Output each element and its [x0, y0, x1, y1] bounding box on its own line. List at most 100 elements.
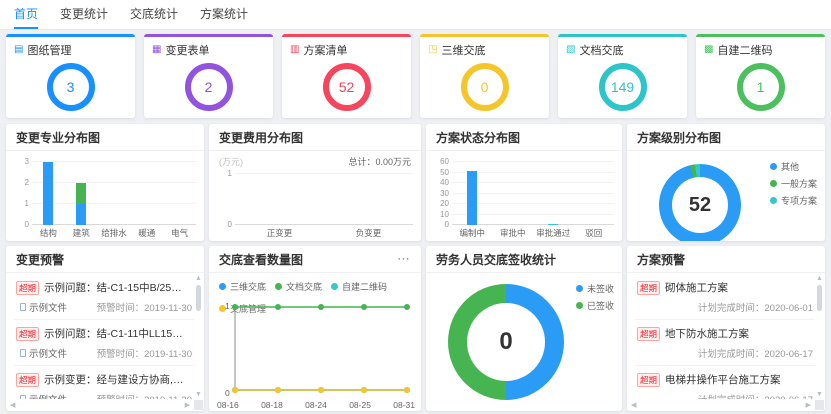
- card-title: 变更预警: [16, 251, 64, 268]
- donut-hole: 52: [672, 177, 728, 233]
- warning-item[interactable]: 超期示例变更：经与建设方协商,现对内保温做法调整...示例文件预警时间：2019…: [14, 366, 194, 399]
- legend-dot-icon: [770, 163, 777, 170]
- x-axis-labels: 结构建筑给排水暖通电气: [32, 227, 196, 239]
- donut-center-value: 0: [499, 328, 512, 356]
- scroll-up-icon[interactable]: ▲: [195, 275, 202, 282]
- y-tick-label: 3: [12, 157, 29, 166]
- scroll-left-icon[interactable]: ◀: [631, 401, 636, 409]
- stat-card-ring: 2: [185, 63, 233, 111]
- warning-time: 计划完成时间：2020-06-17: [698, 392, 813, 399]
- warning-item[interactable]: 超期示例问题：结-C1-15中B/25轴，B/28轴窗侧装... 示例文件 预警时间…: [14, 274, 194, 320]
- stat-card[interactable]: ◳三维交底0: [420, 34, 549, 118]
- warning-time: 预警时间：2019-11-30: [97, 300, 192, 314]
- nav-tab[interactable]: 首页: [14, 1, 38, 29]
- bar-segment[interactable]: [76, 204, 86, 225]
- scrollbar-thumb[interactable]: [196, 285, 201, 311]
- vertical-scrollbar[interactable]: ▲▼: [815, 275, 824, 398]
- y-tick-label: 10: [432, 210, 449, 219]
- stat-card[interactable]: ▥方案清单52: [282, 34, 411, 118]
- attachment-link[interactable]: 示例文件: [20, 346, 67, 360]
- dashboard-page: 首页变更统计交底统计方案统计 ▤图纸管理3▦变更表单2▥方案清单52◳三维交底0…: [0, 0, 831, 414]
- scroll-left-icon[interactable]: ◀: [10, 401, 15, 409]
- card-plan-status-chart: 方案状态分布图 0102030405060编制中审批中审批通过驳回: [426, 124, 622, 241]
- horizontal-scrollbar[interactable]: ◀▶: [629, 400, 813, 410]
- warning-item[interactable]: 超期示例问题：结-C1-11中LL15高600与门窗高度和...示例文件预警时间…: [14, 320, 194, 366]
- line-chart-svg: [231, 302, 411, 395]
- bar-segment[interactable]: [548, 224, 558, 225]
- legend-item[interactable]: 已签收: [576, 299, 614, 312]
- bar-segment[interactable]: [76, 183, 86, 204]
- stat-card[interactable]: ▧文档交底149: [558, 34, 687, 118]
- legend-item[interactable]: 未签收: [576, 282, 614, 295]
- plot-area: 0102030405060: [432, 162, 614, 225]
- card-change-major-chart: 变更专业分布图 0123结构建筑给排水暖通电气: [6, 124, 204, 241]
- stat-card-ring: 52: [323, 63, 371, 111]
- legend-item[interactable]: 文档交底: [275, 280, 322, 293]
- y-tick-label: 0: [12, 220, 29, 229]
- data-point: [232, 304, 238, 310]
- card-header: 变更预警: [6, 246, 204, 273]
- warning-item[interactable]: 超期地下防水施工方案计划完成时间：2020-06-17: [635, 320, 815, 366]
- legend-dot-icon: [219, 283, 226, 290]
- legend-dot-icon: [331, 283, 338, 290]
- warning-item[interactable]: 超期砌体施工方案计划完成时间：2020-06-01: [635, 274, 815, 320]
- x-tick-label: 08-25: [349, 400, 371, 410]
- bar-segment[interactable]: [43, 162, 53, 225]
- stat-card-title: ▧文档交底: [566, 42, 679, 58]
- stat-card-title: ▤图纸管理: [14, 42, 127, 58]
- legend-item[interactable]: 三维交底: [219, 280, 266, 293]
- warning-title: 示例问题：结-C1-15中B/25轴，B/28轴窗侧装...: [44, 280, 192, 295]
- legend-item[interactable]: 自建二维码: [331, 280, 387, 293]
- donut-chart: 52: [659, 164, 741, 241]
- warning-item[interactable]: 超期电梯井操作平台施工方案计划完成时间：2020-06-17: [635, 366, 815, 399]
- warning-list: 超期砌体施工方案计划完成时间：2020-06-01超期地下防水施工方案计划完成时…: [635, 274, 815, 399]
- horizontal-scrollbar[interactable]: ◀▶: [8, 400, 192, 410]
- stat-card-title: ◳三维交底: [428, 42, 541, 58]
- x-tick-label: 给排水: [98, 227, 131, 239]
- change-form-icon: ▦: [152, 45, 161, 55]
- x-tick-label: 08-18: [261, 400, 283, 410]
- data-point: [275, 387, 281, 393]
- scrollbar-thumb[interactable]: [817, 285, 822, 311]
- attachment-link[interactable]: 示例文件: [20, 392, 67, 399]
- card-change-warnings: 变更预警 超期示例问题：结-C1-15中B/25轴，B/28轴窗侧装... 示例文…: [6, 246, 204, 411]
- stat-card[interactable]: ▤图纸管理3: [6, 34, 135, 118]
- y-tick-label: 1: [215, 169, 232, 178]
- overdue-badge: 超期: [16, 281, 39, 295]
- card-title: 交底查看数量图: [219, 251, 303, 268]
- card-title: 劳务人员交底签收统计: [436, 251, 556, 268]
- nav-tab[interactable]: 交底统计: [130, 1, 178, 29]
- stat-card[interactable]: ▩自建二维码1: [696, 34, 825, 118]
- scroll-up-icon[interactable]: ▲: [816, 275, 823, 282]
- scroll-down-icon[interactable]: ▼: [195, 391, 202, 398]
- cube-3d-icon: ◳: [428, 45, 437, 55]
- plan-list-icon: ▥: [290, 45, 299, 55]
- attachment-link[interactable]: 示例文件: [20, 300, 67, 314]
- x-tick-label: 结构: [32, 227, 65, 239]
- nav-tab[interactable]: 变更统计: [60, 1, 108, 29]
- bar-segment[interactable]: [467, 171, 477, 225]
- x-tick-label: 电气: [163, 227, 196, 239]
- data-point: [318, 304, 324, 310]
- legend-item[interactable]: 其他: [770, 160, 817, 173]
- chart-legend: 未签收已签收: [576, 282, 614, 312]
- nav-tab[interactable]: 方案统计: [200, 1, 248, 29]
- x-tick-label: 08-31: [393, 400, 415, 410]
- x-axis-labels: 编制中审批中审批通过驳回: [452, 227, 614, 239]
- scroll-right-icon[interactable]: ▶: [806, 401, 811, 409]
- legend-item[interactable]: 一般方案: [770, 177, 817, 190]
- qr-code-icon: ▩: [704, 45, 713, 55]
- y-tick-label: 20: [432, 199, 449, 208]
- data-point: [361, 387, 367, 393]
- plot-area: 0123: [12, 162, 196, 225]
- legend-item[interactable]: 专项方案: [770, 194, 817, 207]
- scroll-down-icon[interactable]: ▼: [816, 391, 823, 398]
- bars: [235, 174, 413, 225]
- card-briefing-views-chart: 交底查看数量图 ⋯ 三维交底文档交底自建二维码交底管理1008-1608-180…: [209, 246, 421, 411]
- y-tick-label: 40: [432, 178, 449, 187]
- vertical-scrollbar[interactable]: ▲▼: [194, 275, 203, 398]
- data-point: [232, 387, 238, 393]
- stat-card[interactable]: ▦变更表单2: [144, 34, 273, 118]
- scroll-right-icon[interactable]: ▶: [185, 401, 190, 409]
- more-menu-icon[interactable]: ⋯: [397, 254, 411, 264]
